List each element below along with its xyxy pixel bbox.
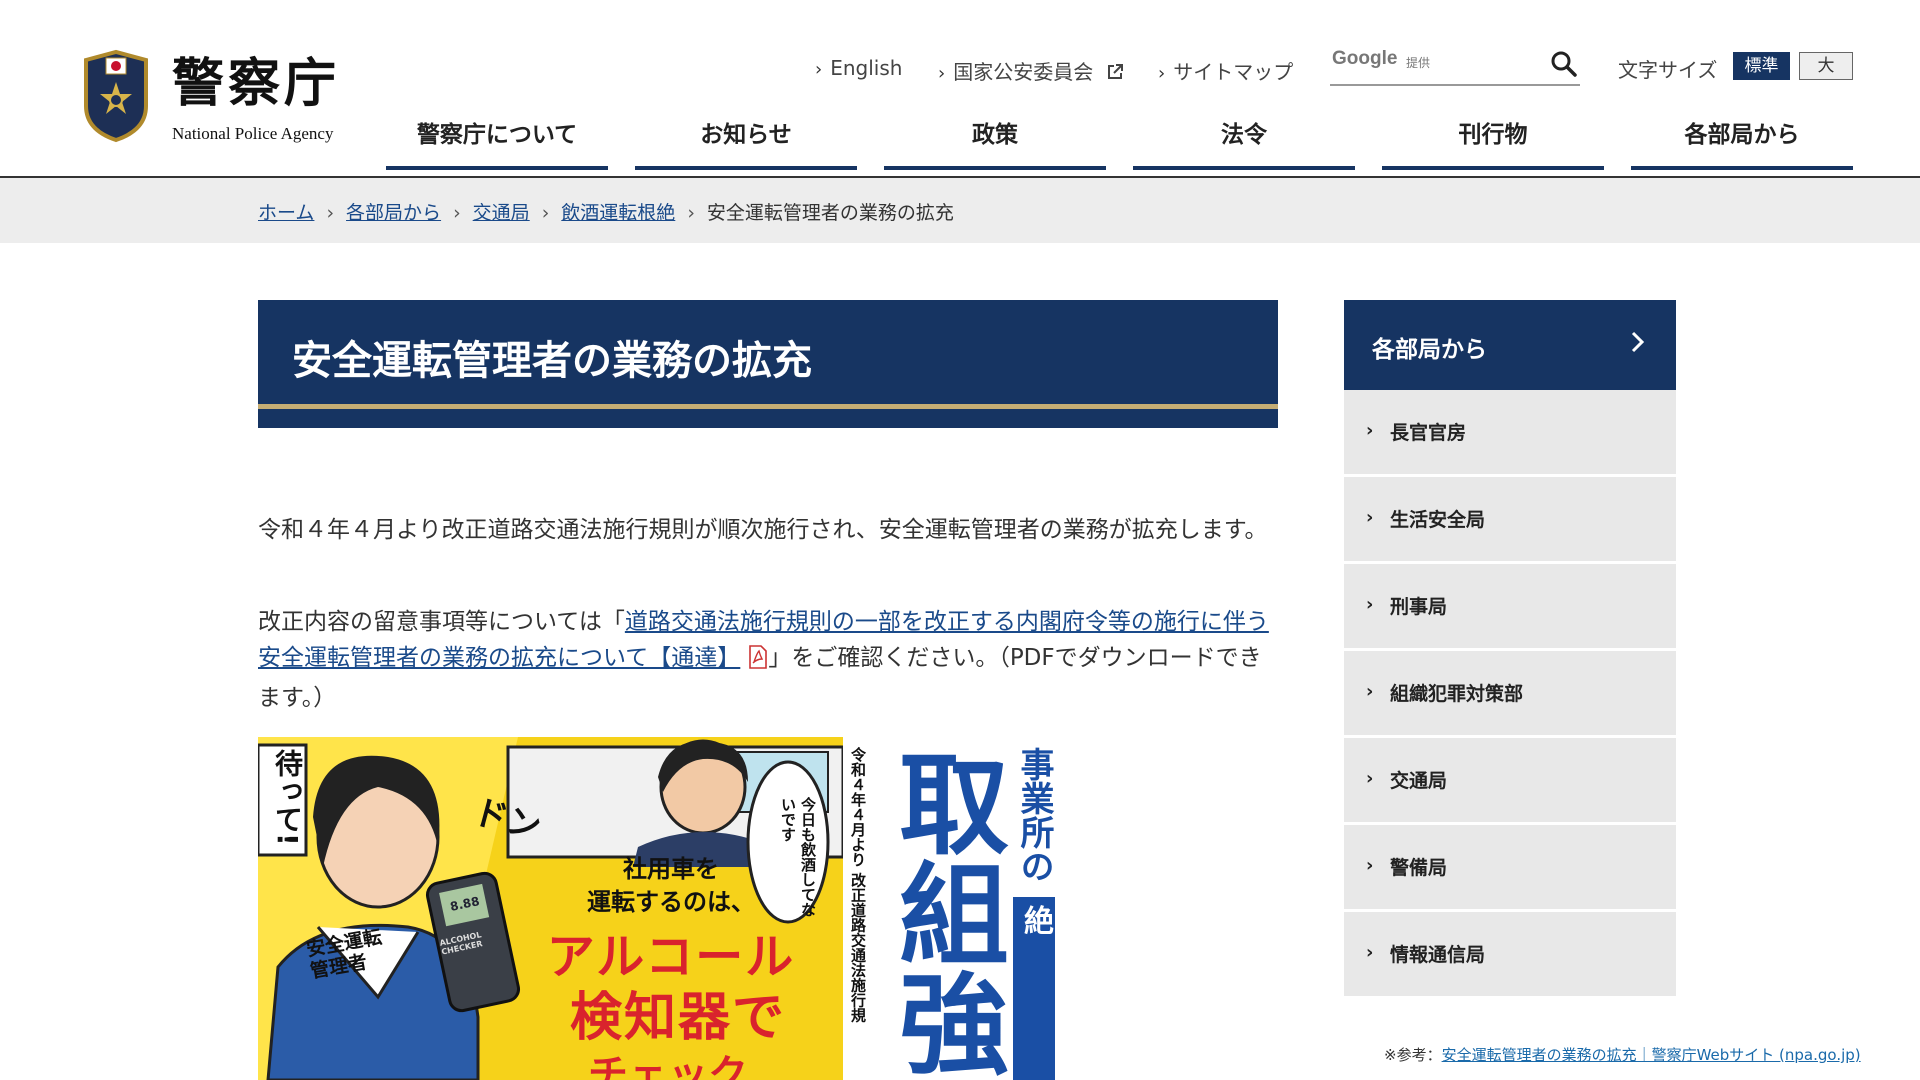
site-name[interactable]: 警察庁 bbox=[172, 58, 340, 110]
google-brand: Google bbox=[1332, 48, 1398, 69]
sidebar-item-security[interactable]: › 警備局 bbox=[1344, 825, 1676, 911]
poster-line2: 運転するのは、 bbox=[587, 888, 755, 916]
reference-footnote: ※参考：安全運転管理者の業務の拡充｜警察庁Webサイト (npa.go.jp) bbox=[1384, 1044, 1861, 1065]
footnote-link[interactable]: 安全運転管理者の業務の拡充｜警察庁Webサイト (npa.go.jp) bbox=[1442, 1046, 1861, 1064]
nav-publications[interactable]: 刊行物 bbox=[1382, 118, 1604, 170]
poster-wait-text: 待って! bbox=[271, 749, 304, 846]
poster-vertical-box: 飲酒運転根絶 bbox=[1018, 905, 1073, 1055]
footnote-prefix: ※参考： bbox=[1384, 1046, 1442, 1064]
nav-news[interactable]: お知らせ bbox=[635, 118, 857, 170]
sitemap-link-label: サイトマップ bbox=[1173, 60, 1294, 84]
breadcrumb-separator-icon: › bbox=[687, 202, 695, 224]
sidebar-item-label: 生活安全局 bbox=[1390, 509, 1486, 531]
english-link[interactable]: › English bbox=[815, 56, 902, 80]
chevron-right-icon: › bbox=[1366, 681, 1374, 702]
pdf-icon bbox=[748, 644, 768, 680]
chevron-right-icon: › bbox=[1366, 942, 1374, 963]
intro-paragraph: 令和４年４月より改正道路交通法施行規則が順次施行され、安全運転管理者の業務が拡充… bbox=[258, 517, 1268, 543]
sidebar-item-label: 警備局 bbox=[1390, 857, 1448, 879]
sidebar-item-criminal[interactable]: › 刑事局 bbox=[1344, 564, 1676, 650]
police-emblem-logo[interactable] bbox=[80, 48, 152, 143]
poster-big-kanji: 取組強 bbox=[880, 747, 1008, 1077]
poster-vertical-note: 令和４年４月より 改正道路交通法施行規 bbox=[849, 747, 867, 1023]
font-size-label: 文字サイズ bbox=[1618, 58, 1718, 82]
sidebar-heading-departments[interactable]: 各部局から bbox=[1344, 300, 1676, 390]
sidebar-item-secretariat[interactable]: › 長官官房 bbox=[1344, 390, 1676, 476]
search-input[interactable]: Google 提供 bbox=[1330, 48, 1580, 86]
page-title: 安全運転管理者の業務の拡充 bbox=[292, 338, 812, 384]
sidebar-item-label: 情報通信局 bbox=[1390, 944, 1486, 966]
english-link-label: English bbox=[830, 56, 903, 80]
chevron-right-icon: › bbox=[1366, 594, 1374, 615]
poster-vertical-top: 事業所の bbox=[1014, 747, 1054, 883]
poster-line1: 社用車を bbox=[623, 855, 719, 883]
sidebar-item-community-safety[interactable]: › 生活安全局 bbox=[1344, 477, 1676, 563]
chevron-right-icon: › bbox=[938, 63, 946, 84]
chevron-right-icon bbox=[1630, 330, 1646, 358]
site-name-english[interactable]: National Police Agency bbox=[172, 124, 333, 144]
notice-text-before: 改正内容の留意事項等については「 bbox=[258, 609, 625, 635]
chevron-right-icon: › bbox=[1366, 855, 1374, 876]
external-link-icon bbox=[1106, 62, 1124, 86]
poster-line5: チェック bbox=[588, 1052, 748, 1080]
sidebar-item-traffic[interactable]: › 交通局 bbox=[1344, 738, 1676, 824]
breadcrumb-drunk-driving[interactable]: 飲酒運転根絶 bbox=[561, 202, 675, 224]
chevron-right-icon: › bbox=[1366, 507, 1374, 528]
sitemap-link[interactable]: › サイトマップ bbox=[1158, 56, 1293, 85]
breadcrumb-separator-icon: › bbox=[541, 202, 550, 224]
public-safety-commission-link[interactable]: › 国家公安委員会 bbox=[938, 56, 1124, 86]
sidebar-item-label: 長官官房 bbox=[1390, 422, 1467, 444]
breadcrumb-departments[interactable]: 各部局から bbox=[346, 202, 441, 224]
public-safety-commission-label: 国家公安委員会 bbox=[953, 60, 1094, 84]
font-size-standard-button[interactable]: 標準 bbox=[1733, 52, 1790, 80]
sidebar-item-label: 組織犯罪対策部 bbox=[1390, 683, 1524, 705]
chevron-right-icon: › bbox=[815, 59, 823, 80]
chevron-right-icon: › bbox=[1366, 768, 1374, 789]
breadcrumb-current: 安全運転管理者の業務の拡充 bbox=[706, 202, 954, 224]
breadcrumb-home[interactable]: ホーム bbox=[258, 202, 314, 224]
notice-paragraph: 改正内容の留意事項等については「道路交通法施行規則の一部を改正する内閣府令等の施… bbox=[258, 604, 1278, 716]
nav-departments[interactable]: 各部局から bbox=[1631, 118, 1853, 170]
poster-line4: 検知器で bbox=[569, 988, 786, 1048]
chevron-right-icon: › bbox=[1366, 420, 1374, 441]
nav-laws[interactable]: 法令 bbox=[1133, 118, 1355, 170]
breadcrumb-separator-icon: › bbox=[326, 202, 335, 224]
google-brand-sub: 提供 bbox=[1406, 56, 1431, 70]
sidebar-item-organized-crime[interactable]: › 組織犯罪対策部 bbox=[1344, 651, 1676, 737]
search-icon[interactable] bbox=[1550, 50, 1578, 82]
font-size-large-button[interactable]: 大 bbox=[1799, 52, 1853, 80]
campaign-poster-image: 待って! ドン 今日も飲酒してないです 安全運転管理者 8.88 ALCOHOL… bbox=[258, 737, 1073, 1080]
breadcrumb-traffic-bureau[interactable]: 交通局 bbox=[473, 202, 530, 224]
page-title-banner: 安全運転管理者の業務の拡充 bbox=[258, 300, 1278, 428]
chevron-right-icon: › bbox=[1158, 63, 1166, 84]
breadcrumb: ホーム › 各部局から › 交通局 › 飲酒運転根絶 › 安全運転管理者の業務の拡充 bbox=[0, 178, 1920, 243]
title-gold-stripe bbox=[258, 404, 1278, 409]
sidebar-heading-label: 各部局から bbox=[1372, 337, 1487, 363]
sidebar-item-info-comm[interactable]: › 情報通信局 bbox=[1344, 912, 1676, 998]
nav-about[interactable]: 警察庁について bbox=[386, 118, 608, 170]
sidebar-item-label: 刑事局 bbox=[1390, 596, 1448, 618]
nav-policy[interactable]: 政策 bbox=[884, 118, 1106, 170]
sidebar-item-label: 交通局 bbox=[1390, 770, 1448, 792]
breadcrumb-separator-icon: › bbox=[453, 202, 461, 224]
